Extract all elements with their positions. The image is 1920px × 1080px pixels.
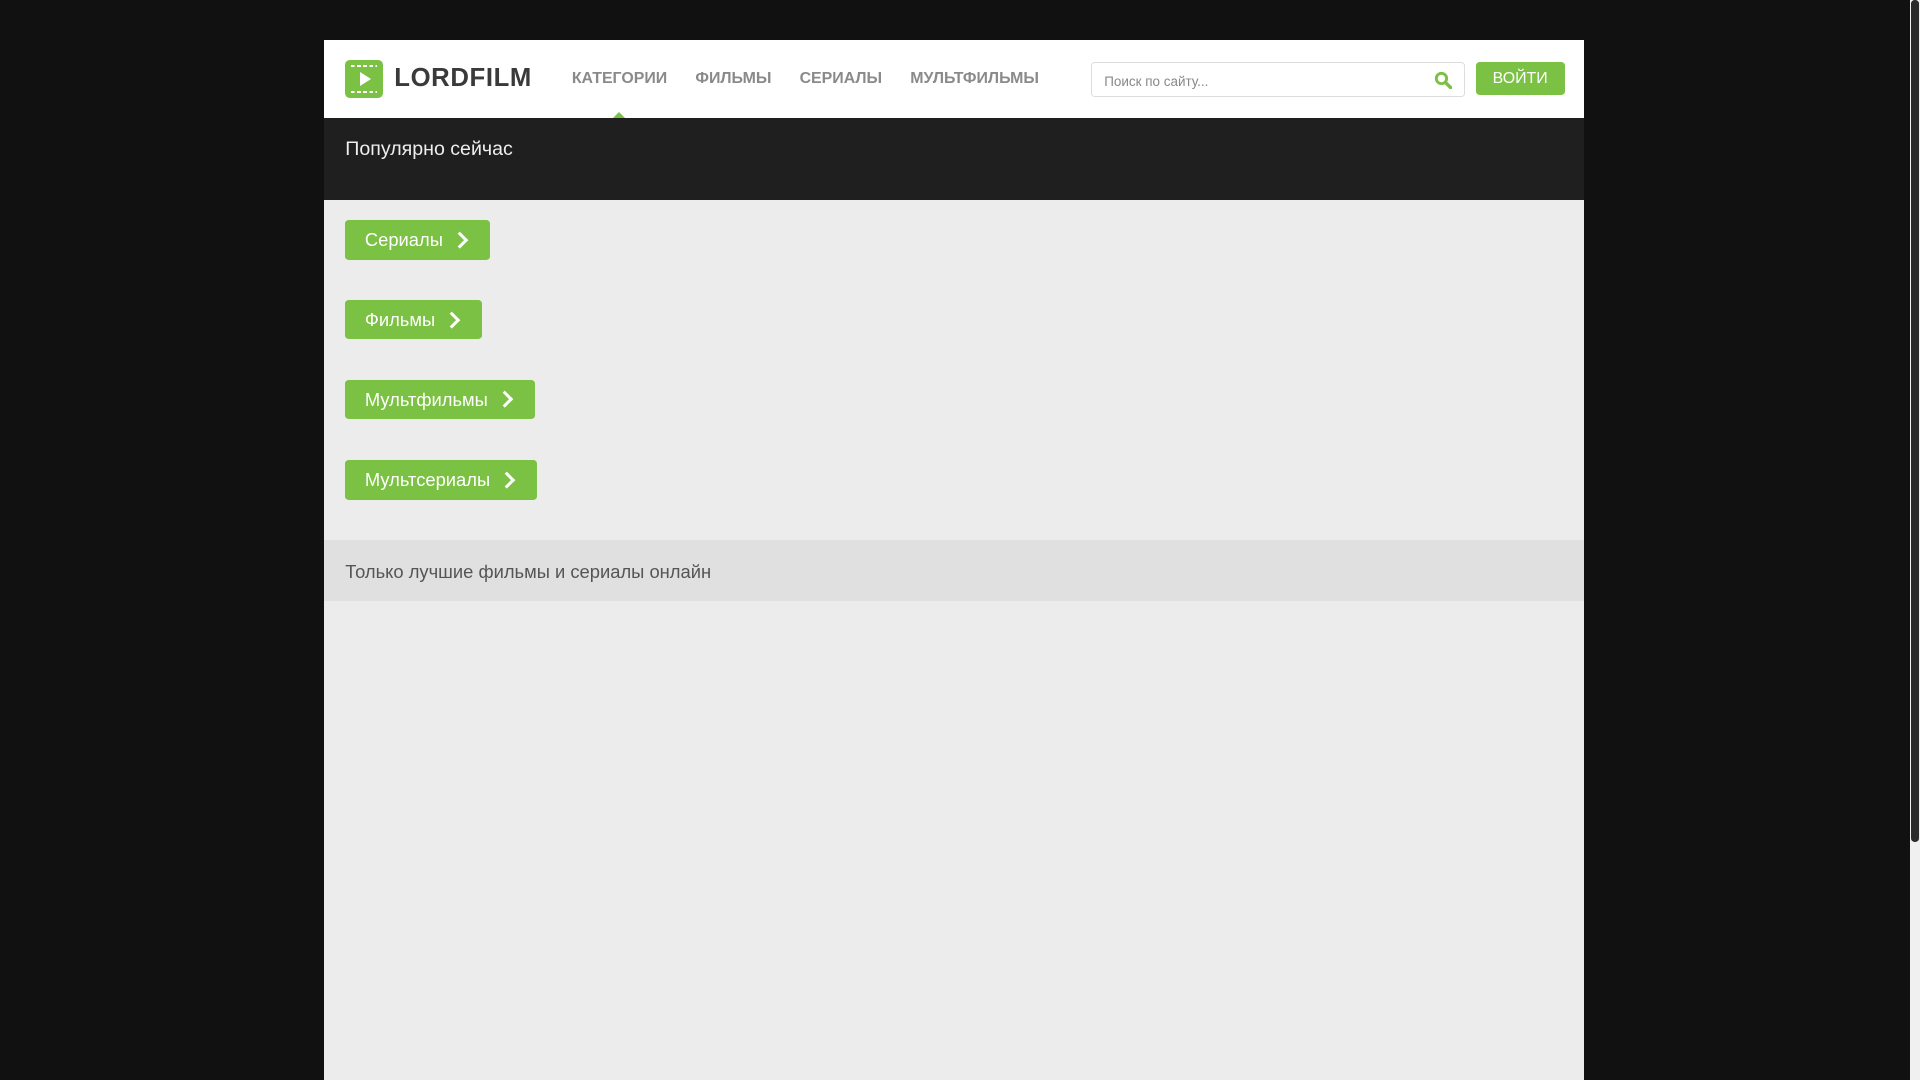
popular-section: Популярно сейчас [324,117,1585,200]
page-container: LORDFILM КАТЕГОРИИ ФИЛЬМЫ СЕРИАЛЫ МУЛЬТФ… [324,40,1585,1080]
category-animated-series-button[interactable]: Мультсериалы [345,460,538,500]
category-series-button[interactable]: Сериалы [345,220,490,260]
site-header: LORDFILM КАТЕГОРИИ ФИЛЬМЫ СЕРИАЛЫ МУЛЬТФ… [324,40,1585,118]
nav-categories[interactable]: КАТЕГОРИИ [572,40,667,118]
page-scrollbar[interactable] [1910,0,1920,1080]
logo-text: LORDFILM [394,64,532,93]
login-button[interactable]: ВОЙТИ [1475,62,1565,96]
chevron-right-icon [451,231,468,249]
category-label: Сериалы [364,229,443,251]
search-input[interactable] [1101,63,1426,99]
scrollbar-thumb[interactable] [1911,0,1919,843]
chevron-right-icon [443,311,461,328]
main-nav: КАТЕГОРИИ ФИЛЬМЫ СЕРИАЛЫ МУЛЬТФИЛЬМЫ [572,40,1067,118]
popular-title: Популярно сейчас [345,138,513,161]
category-label: Мультсериалы [364,469,491,491]
chevron-right-icon [498,471,516,489]
logo[interactable]: LORDFILM [345,59,532,98]
search-box [1091,62,1466,99]
nav-series[interactable]: СЕРИАЛЫ [800,40,883,117]
nav-films[interactable]: ФИЛЬМЫ [695,40,771,117]
category-films-button[interactable]: Фильмы [345,299,483,340]
search-icon[interactable] [1434,71,1452,90]
film-play-icon [345,59,384,98]
tagline: Только лучшие фильмы и сериалы онлайн [345,560,712,582]
category-label: Мультфильмы [364,388,488,410]
category-cartoons-button[interactable]: Мультфильмы [345,379,535,419]
chevron-right-icon [496,390,513,408]
category-label: Фильмы [364,308,436,330]
tagline-strip: Только лучшие фильмы и сериалы онлайн [324,539,1585,602]
nav-cartoons[interactable]: МУЛЬТФИЛЬМЫ [910,40,1039,117]
